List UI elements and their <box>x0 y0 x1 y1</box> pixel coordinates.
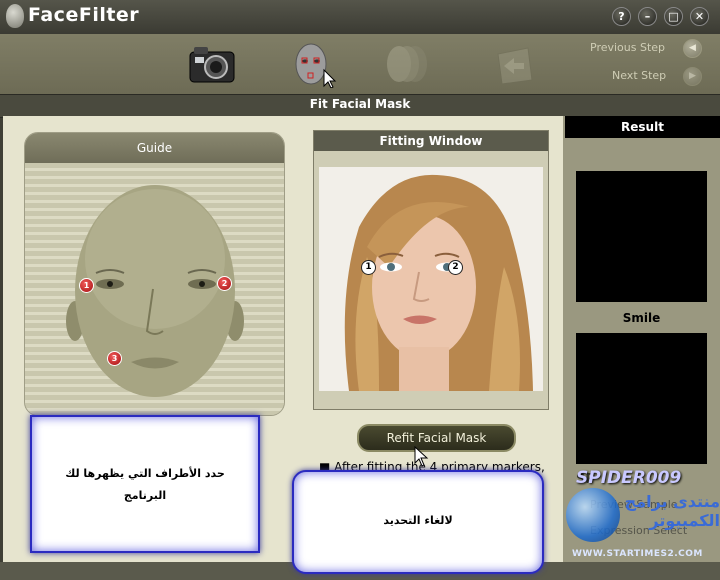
app-title: FaceFilter <box>28 4 140 26</box>
morph-faces-icon <box>385 40 435 88</box>
page-title: Fit Facial Mask <box>309 97 411 111</box>
fitting-marker-2[interactable]: 2 <box>448 260 463 275</box>
result-title: Result <box>565 116 720 138</box>
previous-step-button[interactable]: ◀ <box>683 39 702 58</box>
annotation-text-markers: حدد الأطراف التي يظهرها لك البرنامج <box>65 467 225 502</box>
annotation-box-cancel: لالغاء التحديد <box>292 470 544 574</box>
result-preview-smile <box>576 333 707 464</box>
previous-step-label[interactable]: Previous Step <box>590 41 665 54</box>
camera-icon[interactable] <box>188 40 238 88</box>
face-photo-image <box>344 174 533 391</box>
result-preview-neutral <box>576 171 707 302</box>
guide-marker-2: 2 <box>217 276 232 291</box>
face-photo[interactable]: 1 2 <box>319 167 543 391</box>
annotation-text-cancel: لالغاء التحديد <box>383 514 453 527</box>
guide-marker-3: 3 <box>107 351 122 366</box>
guide-face-illustration <box>66 185 244 397</box>
next-step-button[interactable]: ▶ <box>683 67 702 86</box>
mouse-cursor-icon <box>414 446 429 467</box>
fitting-window-title: Fitting Window <box>314 131 548 151</box>
guide-title: Guide <box>25 133 284 163</box>
restore-button[interactable]: □ <box>664 7 683 26</box>
next-step-label[interactable]: Next Step <box>612 69 666 82</box>
watermark-arabic: منتدى برامج الكمبيوتر <box>624 492 720 530</box>
minimize-button[interactable]: – <box>638 7 657 26</box>
export-icon <box>490 40 540 88</box>
annotation-box-markers: حدد الأطراف التي يظهرها لك البرنامج <box>30 415 260 553</box>
expression-label: Smile <box>622 311 661 325</box>
guide-marker-1: 1 <box>79 278 94 293</box>
help-button[interactable]: ? <box>612 7 631 26</box>
watermark-globe-icon <box>566 488 620 542</box>
app-logo-icon <box>6 4 24 28</box>
watermark-site: WWW.STARTIMES2.COM <box>572 549 703 559</box>
watermark-name: SPIDER009 <box>576 468 682 488</box>
guide-body: 1 2 3 <box>25 163 284 415</box>
guide-panel: Guide 1 2 3 <box>24 132 285 416</box>
fitting-marker-1[interactable]: 1 <box>361 260 376 275</box>
fitting-window: Fitting Window 1 2 <box>313 130 549 410</box>
close-button[interactable]: ✕ <box>690 7 709 26</box>
refit-facial-mask-button[interactable]: Refit Facial Mask <box>357 424 516 452</box>
fit-mask-icon[interactable] <box>290 40 340 89</box>
